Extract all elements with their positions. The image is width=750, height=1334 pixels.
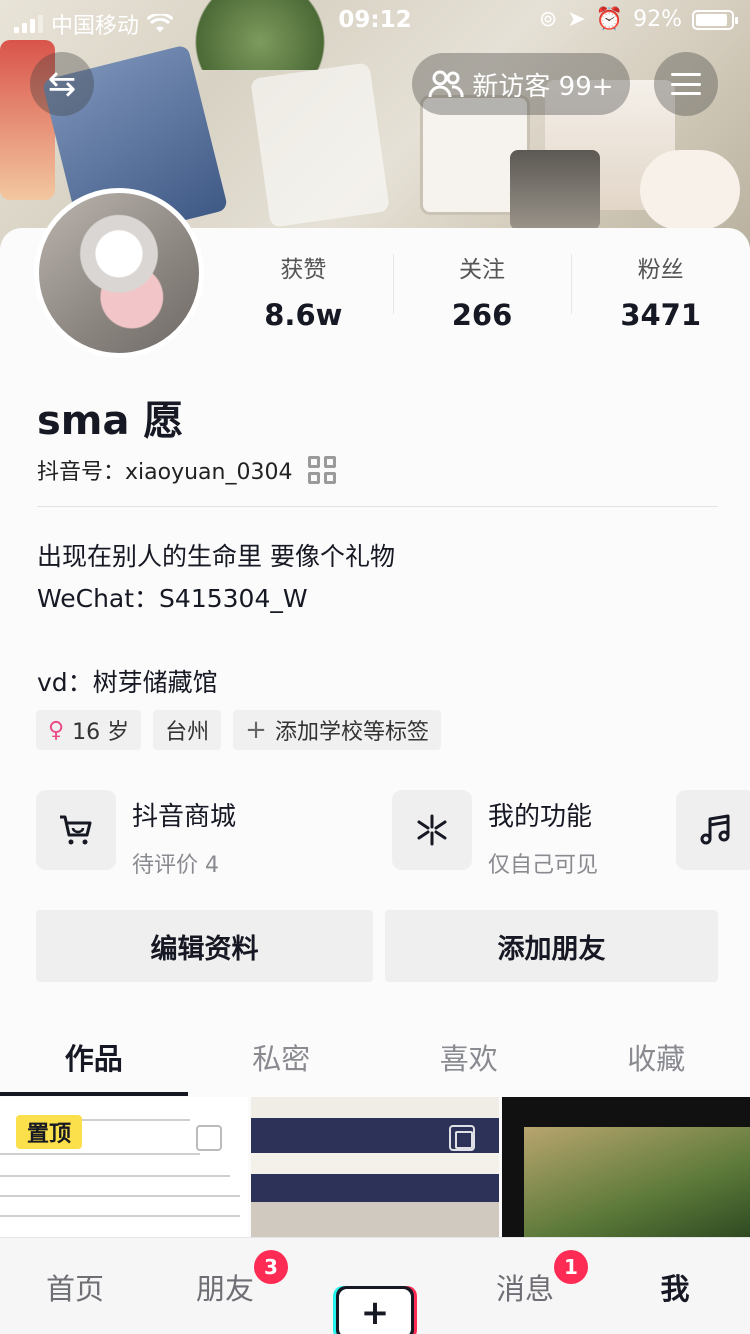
bio-line: WeChat：S415304_W (37, 584, 308, 613)
city-tag[interactable]: 台州 (153, 710, 222, 750)
feature-mall[interactable]: 抖音商城 待评价 4 (36, 790, 236, 879)
thumbnail-image (524, 1127, 750, 1237)
banner-decoration (250, 62, 390, 228)
bio-line: 出现在别人的生命里 要像个礼物 (37, 542, 395, 571)
messages-badge: 1 (554, 1250, 588, 1284)
stat-label: 关注 (459, 257, 505, 283)
plus-icon: + (245, 715, 267, 745)
new-visitors-button[interactable]: 新访客 99+ (412, 53, 630, 115)
multi-image-icon (449, 1125, 475, 1151)
bottom-nav: 首页 朋友 3 + 消息 1 我 (0, 1237, 750, 1334)
stat-value: 8.6w (264, 298, 343, 332)
hamburger-icon (671, 73, 701, 95)
video-thumbnail[interactable] (251, 1097, 499, 1237)
profile-stats: 获赞 8.6w 关注 266 粉丝 3471 (214, 250, 750, 332)
banner-decoration (640, 150, 740, 230)
tab-likes[interactable]: 喜欢 (375, 1022, 563, 1094)
location-icon: ➤ (567, 7, 586, 32)
feature-subtitle: 仅自己可见 (488, 853, 599, 878)
create-button[interactable]: + (336, 1286, 414, 1334)
friends-badge: 3 (254, 1250, 288, 1284)
video-thumbnail[interactable]: 置顶 (0, 1097, 248, 1237)
visitor-label: 新访客 99+ (472, 71, 614, 102)
profile-tags: ♀ 16 岁 台州 + 添加学校等标签 (36, 710, 441, 750)
nav-friends[interactable]: 朋友 3 (150, 1238, 300, 1334)
tab-favorites[interactable]: 收藏 (563, 1022, 750, 1094)
stat-label: 获赞 (280, 257, 327, 283)
stat-value: 266 (451, 298, 513, 332)
status-right: ⊚ ➤ ⏰ 92% (538, 7, 738, 32)
nickname: sma 愿 (37, 398, 184, 444)
video-grid: 置顶 (0, 1097, 750, 1237)
nav-label: 朋友 (195, 1272, 254, 1306)
switch-account-button[interactable]: ⇆ (30, 52, 94, 116)
add-tag-label: 添加学校等标签 (274, 720, 429, 745)
plus-icon: + (360, 1293, 390, 1333)
nav-label: 消息 (495, 1272, 554, 1306)
content-tabs: 作品 私密 喜欢 收藏 (0, 1022, 750, 1096)
city-label: 台州 (165, 720, 210, 745)
menu-button[interactable] (654, 52, 718, 116)
banner-decoration (510, 150, 600, 230)
edit-profile-button[interactable]: 编辑资料 (36, 910, 373, 982)
nav-messages[interactable]: 消息 1 (450, 1238, 600, 1334)
douyin-id[interactable]: 抖音号：xiaoyuan_0304 (37, 454, 292, 486)
nav-home[interactable]: 首页 (0, 1238, 150, 1334)
nav-label: 首页 (45, 1272, 104, 1306)
age-label: 16 岁 (72, 720, 130, 745)
nav-create[interactable]: + (300, 1238, 450, 1334)
stat-value: 3471 (620, 298, 702, 332)
divider (37, 506, 718, 507)
feature-subtitle: 待评价 4 (132, 853, 219, 878)
battery-icon (692, 9, 738, 30)
feature-my-functions[interactable]: 我的功能 仅自己可见 (392, 790, 598, 879)
bio-line: vd：树芽储藏馆 (37, 668, 218, 697)
music-icon (676, 790, 750, 870)
feature-music[interactable] (676, 790, 750, 870)
female-icon: ♀ (48, 717, 65, 743)
asterisk-icon (392, 790, 472, 870)
qr-code-icon[interactable] (308, 456, 337, 484)
tab-works[interactable]: 作品 (0, 1022, 188, 1096)
switch-arrows-icon: ⇆ (47, 64, 77, 104)
cart-icon (36, 790, 116, 870)
alarm-icon: ⏰ (595, 7, 624, 32)
add-tag-button[interactable]: + 添加学校等标签 (233, 710, 441, 750)
nav-label: 我 (660, 1272, 690, 1306)
tab-private[interactable]: 私密 (188, 1022, 376, 1094)
status-bar: 中国移动 09:12 ⊚ ➤ ⏰ 92% (0, 0, 750, 40)
feature-title: 我的功能 (488, 802, 593, 832)
pinned-badge: 置顶 (16, 1115, 82, 1149)
stat-following[interactable]: 关注 266 (392, 250, 572, 332)
stat-likes[interactable]: 获赞 8.6w (214, 250, 393, 332)
visitors-icon (428, 70, 464, 98)
douyin-id-row: 抖音号：xiaoyuan_0304 (37, 454, 337, 486)
video-thumbnail[interactable] (502, 1097, 750, 1237)
battery-percent: 92% (633, 7, 682, 32)
add-friend-button[interactable]: 添加朋友 (385, 910, 718, 982)
feature-title: 抖音商城 (132, 802, 237, 832)
age-tag[interactable]: ♀ 16 岁 (36, 710, 142, 750)
avatar[interactable] (34, 188, 204, 358)
stat-label: 粉丝 (637, 257, 684, 283)
nav-me[interactable]: 我 (600, 1238, 750, 1334)
rotation-lock-icon: ⊚ (538, 7, 558, 32)
multi-image-icon (196, 1125, 222, 1151)
stat-followers[interactable]: 粉丝 3471 (571, 250, 750, 332)
